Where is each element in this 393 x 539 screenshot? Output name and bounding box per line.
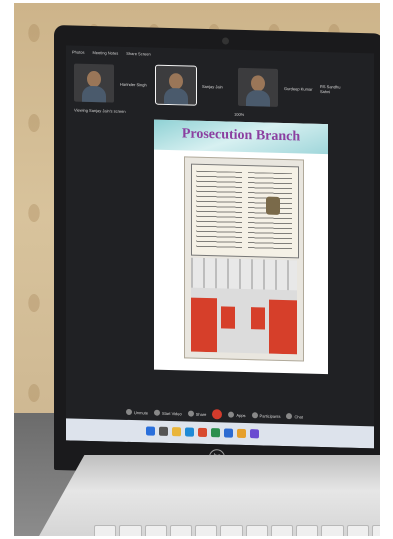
participant-name: Harinder Singh: [120, 81, 147, 87]
cubicle: [221, 306, 235, 329]
laptop-base: [34, 455, 380, 536]
avatar: [169, 73, 183, 90]
keyboard: [94, 525, 380, 536]
participant-strip: Harinder Singh Sanjay Jain Gurdeep Kumar…: [74, 62, 370, 112]
participant-tile[interactable]: [74, 63, 114, 103]
shared-slide: Prosecution Branch: [154, 119, 328, 375]
leave-button[interactable]: [212, 409, 223, 420]
chat-icon: [286, 413, 293, 420]
avatar: [87, 70, 101, 88]
chrome-icon[interactable]: [237, 428, 246, 439]
webcam: [222, 37, 229, 45]
laptop-screen: Photos Meeting Notes Share Screen Harind…: [66, 45, 374, 449]
laptop-lid: Photos Meeting Notes Share Screen Harind…: [54, 25, 380, 479]
apps-icon: [228, 411, 235, 418]
zoom-level[interactable]: 100%: [234, 112, 244, 117]
tab-share-screen[interactable]: Share Screen: [126, 50, 150, 56]
excel-icon[interactable]: [211, 428, 220, 438]
participants-button[interactable]: Participants: [251, 412, 280, 419]
folder-icon[interactable]: [172, 427, 181, 437]
cubicle: [269, 299, 297, 355]
apps-button[interactable]: Apps: [228, 411, 246, 418]
slide-photo: [184, 156, 304, 362]
office-interior: [191, 257, 297, 355]
zoom-icon[interactable]: [224, 428, 233, 438]
start-video-button[interactable]: Start Video: [154, 409, 182, 417]
share-icon: [187, 410, 194, 417]
microphone-icon: [126, 408, 132, 416]
edge-icon[interactable]: [185, 427, 194, 437]
participant-name: Sanjay Jain: [202, 83, 223, 89]
participant-tile[interactable]: [155, 64, 197, 106]
search-icon[interactable]: [159, 426, 168, 436]
tab-photos[interactable]: Photos: [72, 49, 84, 54]
camera-icon: [154, 409, 161, 416]
avatar: [251, 75, 265, 92]
office-icon[interactable]: [198, 427, 207, 438]
cubicle: [251, 307, 265, 330]
board-text-left: [196, 170, 242, 250]
unmute-button[interactable]: Unmute: [126, 408, 148, 416]
teams-icon[interactable]: [250, 429, 259, 439]
tab-meeting-notes[interactable]: Meeting Notes: [92, 50, 118, 56]
participant-name: Gurdeep Kumar: [284, 85, 313, 92]
chat-button[interactable]: Chat: [286, 413, 303, 420]
people-icon: [251, 412, 258, 419]
start-icon[interactable]: [146, 426, 155, 436]
photo: Photos Meeting Notes Share Screen Harind…: [14, 3, 380, 536]
participant-name: RS Sandhu Sahni: [320, 83, 341, 95]
screen-share-caption: Viewing Sanjay Jain's screen: [74, 107, 126, 114]
participant-tile[interactable]: [238, 67, 278, 107]
taskbar-icons: [146, 426, 259, 439]
share-button[interactable]: Share: [187, 410, 206, 417]
notice-board: [191, 163, 299, 259]
emblem-icon: [266, 196, 280, 215]
ceiling: [191, 257, 297, 291]
cubicle: [191, 297, 217, 353]
